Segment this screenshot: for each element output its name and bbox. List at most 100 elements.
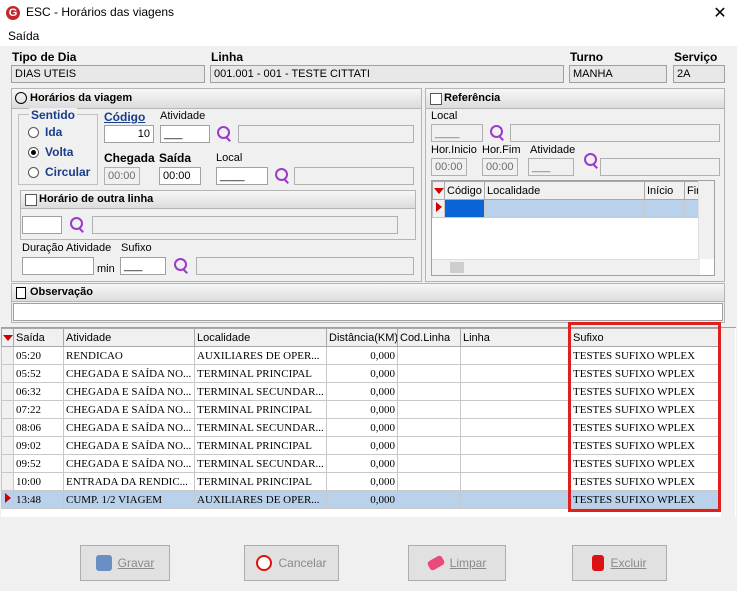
grid-cell[interactable]: 09:52	[13, 454, 64, 473]
grid-cell[interactable]: RENDICAO	[63, 346, 195, 365]
excluir-button[interactable]: Excluir	[572, 545, 667, 581]
turno-field[interactable]: MANHA	[569, 65, 667, 83]
grid-cell[interactable]	[397, 400, 461, 419]
atividade-field[interactable]: ___	[160, 125, 210, 143]
grid-cell[interactable]: 0,000	[326, 490, 398, 509]
grid-cell[interactable]: 08:06	[13, 418, 64, 437]
grid-cell[interactable]: TERMINAL PRINCIPAL	[194, 400, 327, 419]
grid-cell[interactable]	[460, 418, 571, 437]
grid-cell[interactable]	[397, 454, 461, 473]
observacao-field[interactable]	[13, 303, 723, 321]
grid-cell[interactable]: 0,000	[326, 436, 398, 455]
sufixo-search-icon[interactable]	[172, 257, 190, 275]
grid-cell[interactable]: 0,000	[326, 382, 398, 401]
grid-cell[interactable]: 0,000	[326, 472, 398, 491]
grid-cell[interactable]: CHEGADA E SAÍDA NO...	[63, 454, 195, 473]
radio-volta[interactable]	[28, 147, 39, 158]
grid-cell[interactable]: TERMINAL PRINCIPAL	[194, 436, 327, 455]
servico-field[interactable]: 2A	[673, 65, 725, 83]
grid-cell[interactable]: CUMP. 1/2 VIAGEM	[63, 490, 195, 509]
ref-atividade-search-icon[interactable]	[582, 152, 600, 170]
ref-grid-vscrollbar[interactable]	[698, 181, 714, 259]
grid-cell[interactable]: 13:48	[13, 490, 64, 509]
radio-ida[interactable]	[28, 127, 39, 138]
ref-grid-hscrollbar[interactable]	[432, 259, 700, 275]
grid-cell[interactable]	[397, 346, 461, 365]
gravar-button[interactable]: Gravar	[80, 545, 170, 581]
linha-field[interactable]: 001.001 - 001 - TESTE CITTATI	[210, 65, 564, 83]
grid-cell[interactable]	[460, 346, 571, 365]
grid-header-distancia[interactable]: Distância(KM)	[326, 328, 398, 347]
grid-cell[interactable]	[460, 400, 571, 419]
grid-cell[interactable]: 0,000	[326, 400, 398, 419]
grid-cell[interactable]: ENTRADA DA RENDIC...	[63, 472, 195, 491]
grid-header-localidade[interactable]: Localidade	[194, 328, 327, 347]
ref-grid-cell[interactable]	[484, 199, 645, 218]
referencia-grid[interactable]: Código Localidade Início Fir	[431, 180, 715, 276]
codigo-field[interactable]: 10	[104, 125, 154, 143]
grid-header-cod-linha[interactable]: Cod.Linha	[397, 328, 461, 347]
grid-vscrollbar[interactable]	[721, 328, 735, 517]
ref-hor-inicio-field[interactable]: 00:00	[431, 158, 467, 176]
grid-cell[interactable]: 0,000	[326, 418, 398, 437]
grid-header-atividade[interactable]: Atividade	[63, 328, 195, 347]
grid-cell[interactable]	[460, 454, 571, 473]
ref-grid-cell[interactable]	[644, 199, 685, 218]
grid-cell[interactable]: CHEGADA E SAÍDA NO...	[63, 400, 195, 419]
grid-cell[interactable]	[397, 436, 461, 455]
ref-local-field[interactable]: ____	[431, 124, 483, 142]
grid-cell[interactable]: CHEGADA E SAÍDA NO...	[63, 436, 195, 455]
referencia-checkbox[interactable]	[430, 93, 442, 105]
menu-item-saida[interactable]: Saída	[8, 29, 39, 43]
ref-atividade-field[interactable]: ___	[528, 158, 574, 176]
grid-cell[interactable]: CHEGADA E SAÍDA NO...	[63, 364, 195, 383]
radio-circular[interactable]	[28, 167, 39, 178]
grid-cell[interactable]: 0,000	[326, 364, 398, 383]
grid-cell[interactable]	[460, 490, 571, 509]
grid-cell[interactable]: 0,000	[326, 454, 398, 473]
grid-cell[interactable]: CHEGADA E SAÍDA NO...	[63, 382, 195, 401]
sufixo-field[interactable]: ___	[120, 257, 166, 275]
limpar-button[interactable]: Limpar	[408, 545, 506, 581]
grid-cell[interactable]: TERMINAL SECUNDAR...	[194, 418, 327, 437]
grid-cell[interactable]: 06:32	[13, 382, 64, 401]
grid-cell[interactable]	[397, 418, 461, 437]
ref-grid-hscroll-thumb[interactable]	[450, 262, 464, 273]
grid-cell[interactable]: TERMINAL PRINCIPAL	[194, 364, 327, 383]
grid-cell[interactable]: 10:00	[13, 472, 64, 491]
grid-cell[interactable]: TERMINAL SECUNDAR...	[194, 454, 327, 473]
ref-grid-header-localidade[interactable]: Localidade	[484, 181, 645, 200]
duracao-field[interactable]	[22, 257, 94, 275]
local-field[interactable]: ____	[216, 167, 268, 185]
outra-linha-search-icon[interactable]	[68, 216, 86, 234]
close-icon[interactable]: ✕	[708, 2, 732, 24]
grid-cell[interactable]	[397, 490, 461, 509]
grid-cell[interactable]: AUXILIARES DE OPER...	[194, 490, 327, 509]
ref-hor-fim-field[interactable]: 00:00	[482, 158, 518, 176]
grid-cell[interactable]: 0,000	[326, 346, 398, 365]
ref-grid-cell[interactable]	[444, 199, 485, 218]
ref-local-search-icon[interactable]	[488, 124, 506, 142]
ref-grid-header-inicio[interactable]: Início	[644, 181, 685, 200]
grid-cell[interactable]	[460, 472, 571, 491]
grid-cell[interactable]: 05:52	[13, 364, 64, 383]
grid-cell[interactable]: 07:22	[13, 400, 64, 419]
grid-cell[interactable]	[397, 364, 461, 383]
local-search-icon[interactable]	[273, 167, 291, 185]
grid-cell[interactable]: 09:02	[13, 436, 64, 455]
saida-field[interactable]: 00:00	[159, 167, 201, 185]
grid-cell[interactable]	[460, 436, 571, 455]
grid-cell[interactable]: 05:20	[13, 346, 64, 365]
grid-cell[interactable]: AUXILIARES DE OPER...	[194, 346, 327, 365]
grid-cell[interactable]	[397, 472, 461, 491]
grid-header-linha[interactable]: Linha	[460, 328, 571, 347]
tipo-dia-field[interactable]: DIAS UTEIS	[11, 65, 205, 83]
grid-cell[interactable]	[397, 382, 461, 401]
grid-cell[interactable]	[460, 382, 571, 401]
grid-cell[interactable]: TERMINAL PRINCIPAL	[194, 472, 327, 491]
outra-linha-checkbox[interactable]	[25, 194, 37, 206]
cancelar-button[interactable]: Cancelar	[244, 545, 339, 581]
ref-grid-header-codigo[interactable]: Código	[444, 181, 485, 200]
chegada-field[interactable]: 00:00	[104, 167, 140, 185]
grid-cell[interactable]: TERMINAL SECUNDAR...	[194, 382, 327, 401]
